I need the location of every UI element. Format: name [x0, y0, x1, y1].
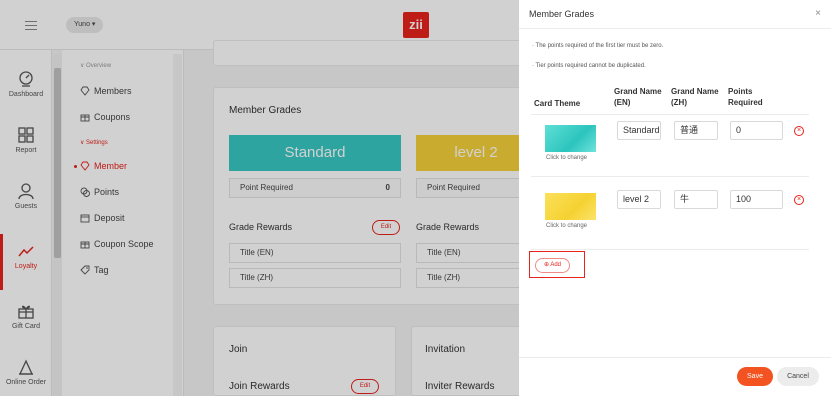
card-theme-swatch-teal[interactable] — [545, 125, 596, 152]
footer-divider — [519, 357, 831, 358]
header-divider — [531, 114, 809, 115]
col-grand-name-zh: Grand Name (ZH) — [671, 87, 719, 107]
grand-name-zh-input[interactable]: 牛 — [674, 190, 718, 209]
note-duplicate: · Tier points required cannot be duplica… — [532, 63, 646, 69]
member-grades-drawer: Member Grades × · The points required of… — [519, 0, 831, 396]
row-divider — [531, 176, 809, 177]
delete-icon[interactable]: × — [794, 126, 804, 136]
close-icon[interactable]: × — [815, 8, 821, 19]
add-tier-button[interactable]: ⊕ Add — [535, 258, 570, 273]
col-points-required: Points Required — [728, 87, 763, 107]
points-required-input[interactable]: 100 — [730, 190, 783, 209]
points-required-input[interactable]: 0 — [730, 121, 783, 140]
click-to-change[interactable]: Click to change — [546, 223, 601, 229]
save-button[interactable]: Save — [737, 367, 773, 386]
card-theme-swatch-yellow[interactable] — [545, 193, 596, 220]
click-to-change[interactable]: Click to change — [546, 155, 601, 161]
grand-name-en-input[interactable]: Standard — [617, 121, 661, 140]
delete-icon[interactable]: × — [794, 195, 804, 205]
cancel-button[interactable]: Cancel — [777, 367, 819, 386]
divider — [519, 28, 831, 29]
col-card-theme: Card Theme — [534, 99, 581, 108]
note-first-tier: · The points required of the first tier … — [532, 43, 664, 49]
row-divider — [531, 249, 809, 250]
drawer-title: Member Grades — [529, 9, 595, 19]
col-grand-name-en: Grand Name (EN) — [614, 87, 662, 107]
grand-name-zh-input[interactable]: 普通 — [674, 121, 718, 140]
grand-name-en-input[interactable]: level 2 — [617, 190, 661, 209]
